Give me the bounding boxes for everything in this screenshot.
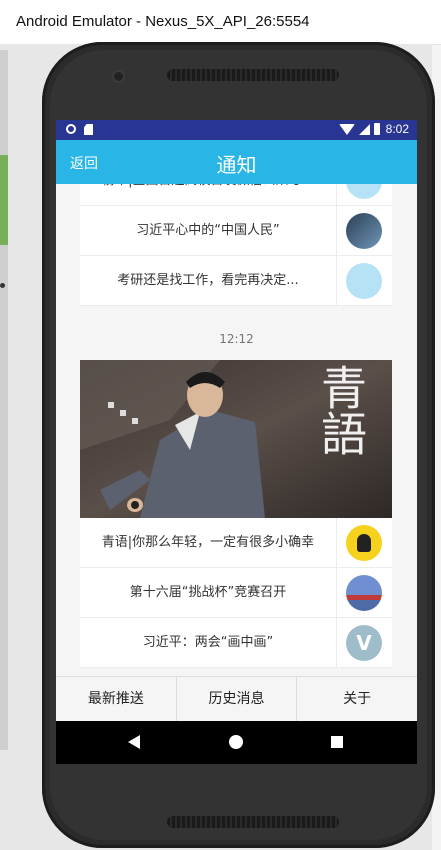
home-circle-icon[interactable] [229,735,243,749]
wifi-icon [338,123,355,135]
list-item[interactable]: 第十六届“挑战杯”竞赛召开 [80,568,392,618]
article-title: 考研还是找工作，看完再决定... [117,273,299,288]
article-title: 榜单|全国首超高校首发微信公众号... [80,184,336,205]
article-thumbnail [346,525,382,561]
article-title: 习近平：两会“画中画” [142,635,274,650]
background-window-edge [0,50,8,750]
window-titlebar: Android Emulator - Nexus_5X_API_26:5554 [0,0,441,45]
article-title: 青语|你那么年轻，一定有很多小确幸 [101,535,315,550]
list-item[interactable]: 考研还是找工作，看完再决定... [80,256,392,306]
background-bullet [0,283,5,288]
device-screen: 8:02 返回 通知 榜单|全国首超高校首发微信公众号... 习近平心中的“中国… [56,120,417,764]
system-nav-bar [56,721,417,764]
front-camera [114,72,123,81]
status-bar: 8:02 [56,120,417,140]
list-item[interactable]: 榜单|全国首超高校首发微信公众号... [80,184,392,206]
tab-history[interactable]: 历史消息 [177,677,298,722]
tab-about[interactable]: 关于 [297,677,417,722]
list-item[interactable]: 习近平：两会“画中画” V [80,618,392,668]
notification-circle-icon [66,124,76,134]
tab-latest[interactable]: 最新推送 [56,677,177,722]
cell-signal-icon [358,123,370,135]
battery-icon [373,123,380,135]
article-thumbnail [346,263,382,299]
recents-square-icon[interactable] [331,736,343,748]
bottom-speaker [167,816,339,828]
page-title: 通知 [216,153,257,177]
status-time: 8:02 [385,122,409,136]
sd-card-icon [84,124,93,135]
background-app-icon [0,155,8,245]
article-thumbnail [346,575,382,611]
article-thumbnail [346,213,382,249]
article-thumbnail [346,184,382,199]
notification-list[interactable]: 榜单|全国首超高校首发微信公众号... 习近平心中的“中国人民” 考研还是找工作… [56,184,417,676]
back-triangle-icon[interactable] [128,735,140,749]
article-title: 第十六届“挑战杯”竞赛召开 [129,585,287,600]
cover-caption: 青語 [314,364,368,456]
list-item[interactable]: 青语|你那么年轻，一定有很多小确幸 [80,518,392,568]
app-bar: 返回 通知 [56,140,417,184]
bottom-navigation: 最新推送 历史消息 关于 [56,676,417,722]
window-title: Android Emulator - Nexus_5X_API_26:5554 [16,13,310,30]
list-item[interactable]: 习近平心中的“中国人民” [80,206,392,256]
article-card: 榜单|全国首超高校首发微信公众号... 习近平心中的“中国人民” 考研还是找工作… [80,184,392,306]
article-card: 青语|你那么年轻，一定有很多小确幸 第十六届“挑战杯”竞赛召开 习近平：两会“画… [80,518,392,668]
group-timestamp: 12:12 [219,332,254,346]
article-thumbnail: V [346,625,382,661]
earpiece-speaker [167,69,339,81]
article-title: 习近平心中的“中国人民” [136,223,280,238]
